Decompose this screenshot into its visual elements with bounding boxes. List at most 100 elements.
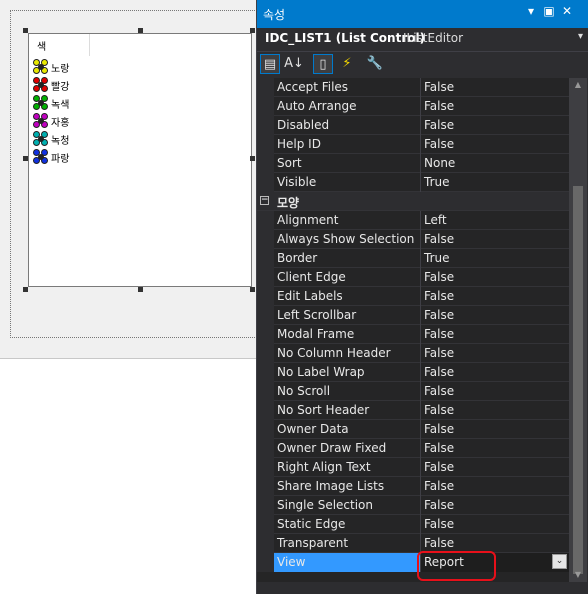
property-row[interactable]: Disabled False (257, 116, 569, 135)
window-position-icon[interactable]: ▾ (523, 4, 539, 18)
list-item[interactable]: 노랑 (33, 58, 69, 76)
events-icon[interactable]: ⚡ (337, 54, 357, 74)
property-value-text: False (424, 441, 455, 455)
property-name: Accept Files (277, 80, 349, 94)
list-column-header[interactable]: 색 (29, 34, 90, 56)
property-value[interactable]: False (420, 515, 569, 534)
property-value[interactable]: False (420, 477, 569, 496)
chevron-down-icon[interactable]: ⌄ (552, 554, 567, 569)
property-row[interactable]: Visible True (257, 173, 569, 192)
property-row[interactable]: Owner Draw Fixed False (257, 439, 569, 458)
property-value[interactable]: False (420, 230, 569, 249)
flower-icon (33, 59, 49, 75)
property-name: View (277, 555, 306, 569)
property-value[interactable]: True (420, 173, 569, 192)
scroll-up-icon[interactable]: ▲ (569, 78, 587, 92)
property-value[interactable]: False (420, 382, 569, 401)
property-value[interactable]: False (420, 287, 569, 306)
scroll-thumb[interactable] (573, 186, 583, 574)
row-gutter (257, 344, 274, 363)
close-icon[interactable]: ✕ (559, 4, 575, 18)
resize-handle[interactable] (250, 156, 255, 161)
property-value[interactable]: False (420, 97, 569, 116)
property-row[interactable]: Share Image Lists False (257, 477, 569, 496)
resize-handle[interactable] (138, 287, 143, 292)
resize-handle[interactable] (23, 287, 28, 292)
resize-handle[interactable] (23, 156, 28, 161)
resize-handle[interactable] (23, 28, 28, 33)
property-value[interactable]: Left (420, 211, 569, 230)
vertical-scrollbar[interactable]: ▲ ▼ (569, 78, 587, 582)
property-grid: Accept Files False Auto Arrange False Disabl… (257, 78, 569, 582)
property-name: Edit Labels (277, 289, 343, 303)
list-control[interactable]: 색 노랑 빨강 녹색 자홍 녹청 파랑 (28, 33, 252, 287)
property-row[interactable]: Owner Data False (257, 420, 569, 439)
properties-page-icon[interactable]: ▯ (313, 54, 333, 74)
property-row[interactable]: Client Edge False (257, 268, 569, 287)
object-name: IDC_LIST1 (List Control) (265, 31, 426, 45)
property-row[interactable]: Alignment Left (257, 211, 569, 230)
property-row[interactable]: Border True (257, 249, 569, 268)
property-value[interactable]: False (420, 344, 569, 363)
chevron-down-icon[interactable]: ▾ (578, 31, 583, 42)
row-gutter (257, 553, 274, 572)
property-row[interactable]: View Report ⌄ (257, 553, 569, 572)
property-value[interactable]: True (420, 249, 569, 268)
list-item[interactable]: 녹청 (33, 130, 69, 148)
property-row[interactable]: Always Show Selection False (257, 230, 569, 249)
property-pages-icon[interactable]: 🔧 (365, 54, 385, 74)
list-item[interactable]: 녹색 (33, 94, 69, 112)
property-category[interactable]: − 모양 (257, 192, 569, 211)
property-row[interactable]: Help ID False (257, 135, 569, 154)
resize-handle[interactable] (250, 28, 255, 33)
object-selector[interactable]: IDC_LIST1 (List Control) IListEditor ▾ (257, 28, 588, 50)
list-item[interactable]: 빨강 (33, 76, 69, 94)
pin-icon[interactable]: ▣ (541, 4, 557, 18)
property-name: Auto Arrange (277, 99, 357, 113)
property-value[interactable]: False (420, 116, 569, 135)
property-row[interactable]: Auto Arrange False (257, 97, 569, 116)
collapse-icon[interactable]: − (260, 196, 269, 205)
property-row[interactable]: No Label Wrap False (257, 363, 569, 382)
property-value[interactable]: False (420, 401, 569, 420)
row-gutter (257, 496, 274, 515)
list-item[interactable]: 파랑 (33, 148, 69, 166)
property-row[interactable]: Modal Frame False (257, 325, 569, 344)
property-value[interactable]: False (420, 268, 569, 287)
property-row[interactable]: Transparent False (257, 534, 569, 553)
property-name: Always Show Selection (277, 232, 415, 246)
property-value-text: False (424, 99, 455, 113)
resize-handle[interactable] (138, 28, 143, 33)
property-row[interactable]: Sort None (257, 154, 569, 173)
property-value[interactable]: False (420, 306, 569, 325)
flower-icon (33, 149, 49, 165)
list-item[interactable]: 자홍 (33, 112, 69, 130)
property-value[interactable]: False (420, 420, 569, 439)
property-name: Left Scrollbar (277, 308, 357, 322)
property-row[interactable]: Right Align Text False (257, 458, 569, 477)
property-value[interactable]: None (420, 154, 569, 173)
property-row[interactable]: Single Selection False (257, 496, 569, 515)
resize-handle[interactable] (250, 287, 255, 292)
property-value[interactable]: False (420, 363, 569, 382)
categorized-icon[interactable]: ▤ (260, 54, 280, 74)
property-row[interactable]: No Sort Header False (257, 401, 569, 420)
properties-title-bar[interactable]: 속성 ▾ ▣ ✕ (257, 0, 588, 28)
property-value[interactable]: False (420, 458, 569, 477)
property-value[interactable]: False (420, 135, 569, 154)
alphabetical-icon[interactable]: A↓ (284, 54, 304, 74)
row-gutter (257, 325, 274, 344)
property-value[interactable]: False (420, 439, 569, 458)
property-row[interactable]: Left Scrollbar False (257, 306, 569, 325)
property-value[interactable]: False (420, 496, 569, 515)
property-row[interactable]: Accept Files False (257, 78, 569, 97)
row-gutter (257, 420, 274, 439)
scroll-down-icon[interactable]: ▼ (569, 568, 587, 582)
property-value[interactable]: False (420, 78, 569, 97)
property-value[interactable]: False (420, 325, 569, 344)
property-row[interactable]: No Column Header False (257, 344, 569, 363)
property-row[interactable]: No Scroll False (257, 382, 569, 401)
dialog-designer: 색 노랑 빨강 녹색 자홍 녹청 파랑 (0, 0, 257, 359)
property-row[interactable]: Static Edge False (257, 515, 569, 534)
property-row[interactable]: Edit Labels False (257, 287, 569, 306)
